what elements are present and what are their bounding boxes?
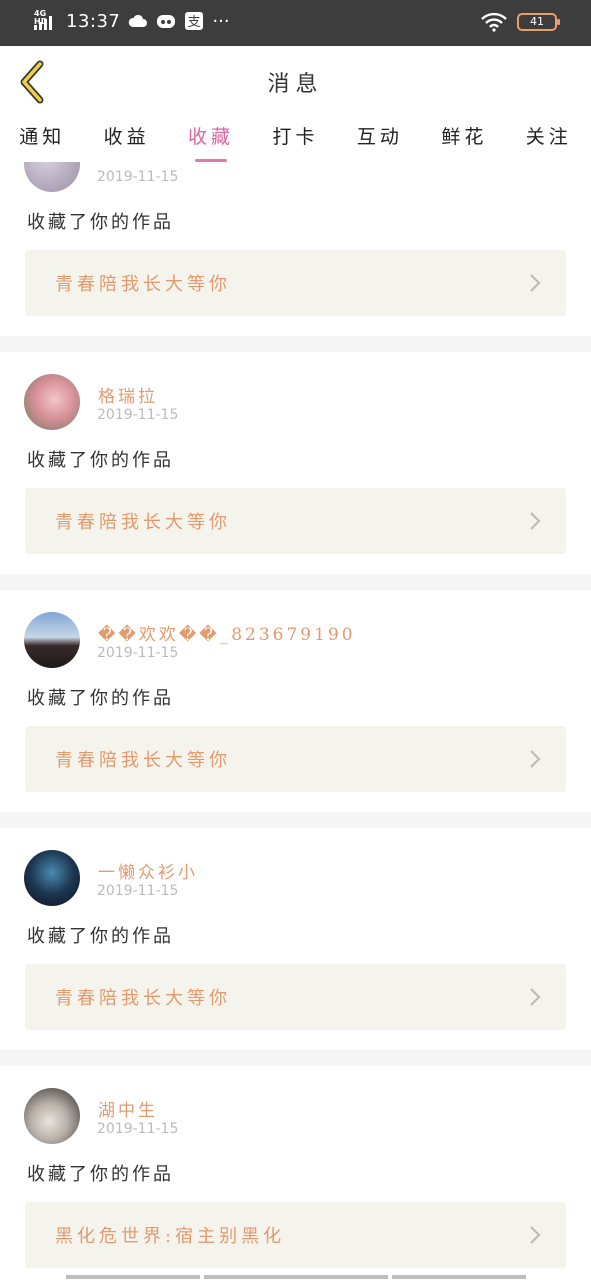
message-date: 2019-11-15 [97, 169, 179, 185]
action-text: 收藏了你的作品 [27, 212, 174, 233]
cloud-icon [129, 14, 148, 27]
message-card: 一懒众衫小 2019-11-15 收藏了你的作品 青春陪我长大等你 [0, 828, 591, 1050]
tab-interactions[interactable]: 互动 [338, 116, 422, 162]
message-date: 2019-11-15 [97, 883, 179, 899]
tab-earnings[interactable]: 收益 [84, 116, 168, 162]
tab-follows[interactable]: 关注 [507, 116, 591, 162]
username[interactable]: 湖中生 [98, 1096, 158, 1121]
chevron-right-icon [530, 512, 541, 530]
wifi-icon [481, 12, 507, 32]
battery-icon: 41 [517, 13, 560, 31]
action-text: 收藏了你的作品 [27, 688, 174, 709]
svg-text:支: 支 [188, 15, 201, 30]
status-right: 41 [481, 12, 560, 32]
work-title: 青春陪我长大等你 [55, 512, 231, 533]
work-title: 青春陪我长大等你 [55, 988, 231, 1009]
work-link[interactable]: 青春陪我长大等你 [25, 488, 566, 554]
more-notifications-icon: ··· [212, 10, 230, 32]
tab-flowers[interactable]: 鲜花 [422, 116, 506, 162]
username[interactable]: 一懒众衫小 [98, 858, 198, 883]
message-date: 2019-11-15 [97, 645, 179, 661]
work-link[interactable]: 黑化危世界:宿主别黑化 [25, 1202, 566, 1268]
message-card: 格瑞拉 2019-11-15 收藏了你的作品 青春陪我长大等你 [0, 352, 591, 574]
app-header: 消息 [0, 46, 591, 116]
action-text: 收藏了你的作品 [27, 1164, 174, 1185]
username[interactable]: 格瑞拉 [98, 382, 158, 407]
avatar[interactable] [24, 374, 80, 430]
scroll-indicator [66, 1275, 526, 1279]
tab-checkin[interactable]: 打卡 [253, 116, 337, 162]
avatar[interactable] [24, 850, 80, 906]
chevron-right-icon [530, 1226, 541, 1244]
clock: 13:37 [66, 10, 121, 32]
tab-notifications[interactable]: 通知 [0, 116, 84, 162]
work-link[interactable]: 青春陪我长大等你 [25, 964, 566, 1030]
signal-icon: 4G HD [34, 10, 58, 32]
work-link[interactable]: 青春陪我长大等你 [25, 250, 566, 316]
action-text: 收藏了你的作品 [27, 450, 174, 471]
work-title: 青春陪我长大等你 [55, 274, 231, 295]
tab-bar: 通知 收益 收藏 打卡 互动 鲜花 关注 [0, 116, 591, 162]
chevron-right-icon [530, 750, 541, 768]
message-list[interactable]: 2019-11-15 收藏了你的作品 青春陪我长大等你 格瑞拉 2019-11-… [0, 162, 591, 1280]
avatar[interactable] [24, 1088, 80, 1144]
status-bar: 4G HD 13:37 支 ··· 41 [0, 0, 591, 46]
tab-favorites[interactable]: 收藏 [169, 116, 253, 162]
work-title: 青春陪我长大等你 [55, 750, 231, 771]
avatar[interactable] [24, 162, 80, 192]
message-date: 2019-11-15 [97, 1121, 179, 1137]
avatar[interactable] [24, 612, 80, 668]
page-title: 消息 [267, 72, 324, 97]
message-card: ��欢欢��_823679190 2019-11-15 收藏了你的作品 青春陪我… [0, 590, 591, 812]
work-link[interactable]: 青春陪我长大等你 [25, 726, 566, 792]
alipay-icon: 支 [185, 12, 204, 30]
message-card: 2019-11-15 收藏了你的作品 青春陪我长大等你 [0, 162, 591, 336]
chevron-right-icon [530, 988, 541, 1006]
chevron-right-icon [530, 274, 541, 292]
message-card: 湖中生 2019-11-15 收藏了你的作品 黑化危世界:宿主别黑化 [0, 1066, 591, 1280]
cat-app-icon [157, 15, 176, 28]
status-left: 4G HD 13:37 支 ··· [34, 10, 230, 32]
message-date: 2019-11-15 [97, 407, 179, 423]
action-text: 收藏了你的作品 [27, 926, 174, 947]
username[interactable]: ��欢欢��_823679190 [98, 620, 356, 645]
work-title: 黑化危世界:宿主别黑化 [55, 1226, 286, 1247]
